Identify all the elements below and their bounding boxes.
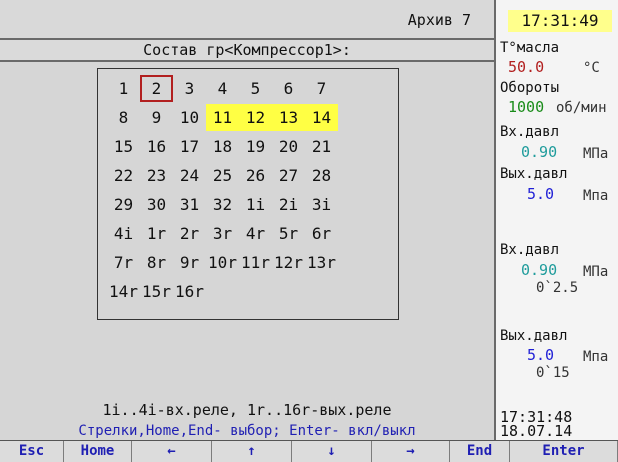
status-panel: 17:31:49 Т°масла 50.0 °С Обороты 1000 об… (494, 0, 618, 440)
top-bar: Архив 7 (0, 0, 494, 38)
in-pressure2-value: 0.90 (521, 261, 558, 279)
channel-cell[interactable]: 2 (140, 75, 173, 102)
fkey-button[interactable]: Esc (0, 441, 64, 462)
channel-cell[interactable]: 1 (107, 75, 140, 102)
channel-cell[interactable]: 4 (206, 75, 239, 102)
oil-temp-label: Т°масла (500, 40, 560, 56)
channel-cell[interactable]: 16 (140, 133, 173, 160)
channel-cell[interactable]: 7r (107, 249, 140, 276)
channel-cell[interactable]: 25 (206, 162, 239, 189)
channel-cell[interactable]: 24 (173, 162, 206, 189)
channel-cell[interactable]: 10r (206, 249, 239, 276)
fkey-button[interactable]: Enter (510, 441, 618, 462)
channel-cell[interactable]: 14r (107, 278, 140, 305)
channel-cell[interactable]: 2r (173, 220, 206, 247)
channel-cell[interactable]: 5r (272, 220, 305, 247)
channel-cell[interactable]: 22 (107, 162, 140, 189)
out-pressure2-range: 0`15 (536, 365, 570, 381)
channel-cell[interactable]: 8 (107, 104, 140, 131)
channel-cell[interactable]: 29 (107, 191, 140, 218)
channel-cell[interactable]: 4i (107, 220, 140, 247)
channel-cell[interactable]: 2i (272, 191, 305, 218)
function-key-bar: Esc Home ← ↑ ↓ → End Enter (0, 440, 618, 462)
oil-temp-value: 50.0 (508, 58, 545, 76)
fkey-button[interactable]: → (372, 441, 450, 462)
hint-keys: Стрелки,Home,End- выбор; Enter- вкл/выкл (78, 423, 416, 439)
channel-cell[interactable]: 15 (107, 133, 140, 160)
out-pressure2-label: Вых.давл (500, 328, 568, 344)
channel-cell[interactable]: 21 (305, 133, 338, 160)
channel-cell[interactable]: 31 (173, 191, 206, 218)
channel-cell[interactable]: 12 (239, 104, 272, 131)
status-date: 18.07.14 (500, 422, 573, 440)
out-pressure-label: Вых.давл (500, 166, 568, 182)
channel-cell[interactable]: 4r (239, 220, 272, 247)
hint-relays: 1i..4i-вх.реле, 1r..16r-вых.реле (102, 401, 392, 419)
channel-cell[interactable]: 23 (140, 162, 173, 189)
channel-cell[interactable]: 6 (272, 75, 305, 102)
out-pressure2-value: 5.0 (527, 346, 555, 364)
channel-cell[interactable]: 18 (206, 133, 239, 160)
clock: 17:31:49 (508, 10, 612, 32)
rpm-unit: об/мин (556, 100, 607, 116)
channel-cell[interactable]: 1i (239, 191, 272, 218)
out-pressure-unit: Мпа (583, 188, 609, 204)
channel-grid: 1 2 3 4 5 6 7 8 9 10 11 12 13 14 15 16 17 18 19 20 21 22 23 24 2… (107, 74, 338, 306)
rpm-label: Обороты (500, 80, 560, 96)
in-pressure2-unit: МПа (583, 264, 609, 280)
channel-cell[interactable]: 7 (305, 75, 338, 102)
in-pressure2-label: Вх.давл (500, 242, 560, 258)
channel-cell[interactable]: 16r (173, 278, 206, 305)
channel-cell[interactable]: 15r (140, 278, 173, 305)
in-pressure2-range: 0`2.5 (536, 280, 579, 296)
channel-cell[interactable]: 11r (239, 249, 272, 276)
channel-cell[interactable]: 30 (140, 191, 173, 218)
channel-cell[interactable]: 1r (140, 220, 173, 247)
channel-cell[interactable]: 17 (173, 133, 206, 160)
in-pressure-value: 0.90 (521, 143, 558, 161)
channel-cell[interactable]: 13r (305, 249, 338, 276)
fkey-button[interactable]: Home (64, 441, 132, 462)
oil-temp-unit: °С (583, 60, 600, 76)
channel-cell[interactable]: 9 (140, 104, 173, 131)
archive-label: Архив 7 (407, 11, 471, 29)
channel-cell[interactable]: 11 (206, 104, 239, 131)
in-pressure-unit: МПа (583, 146, 609, 162)
channel-cell[interactable]: 6r (305, 220, 338, 247)
channel-cell[interactable]: 14 (305, 104, 338, 131)
fkey-button[interactable]: ← (132, 441, 212, 462)
channel-cell[interactable]: 28 (305, 162, 338, 189)
fkey-button[interactable]: ↓ (292, 441, 372, 462)
channel-cell[interactable]: 27 (272, 162, 305, 189)
out-pressure2-unit: Мпа (583, 349, 609, 365)
channel-cell[interactable]: 3 (173, 75, 206, 102)
channel-cell[interactable]: 26 (239, 162, 272, 189)
rpm-value: 1000 (508, 98, 545, 116)
channel-cell[interactable]: 3i (305, 191, 338, 218)
channel-cell[interactable]: 32 (206, 191, 239, 218)
channel-cell[interactable]: 10 (173, 104, 206, 131)
fkey-button[interactable]: End (450, 441, 510, 462)
channel-cell[interactable]: 12r (272, 249, 305, 276)
channel-cell[interactable]: 8r (140, 249, 173, 276)
channel-cell[interactable]: 5 (239, 75, 272, 102)
channel-cell[interactable]: 3r (206, 220, 239, 247)
out-pressure-value: 5.0 (527, 185, 555, 203)
channel-cell[interactable]: 13 (272, 104, 305, 131)
in-pressure-label: Вх.давл (500, 124, 560, 140)
fkey-button[interactable]: ↑ (212, 441, 292, 462)
channel-cell[interactable]: 9r (173, 249, 206, 276)
channel-cell[interactable]: 19 (239, 133, 272, 160)
group-title: Состав гр<Компрессор1>: (0, 38, 494, 62)
channel-cell[interactable]: 20 (272, 133, 305, 160)
